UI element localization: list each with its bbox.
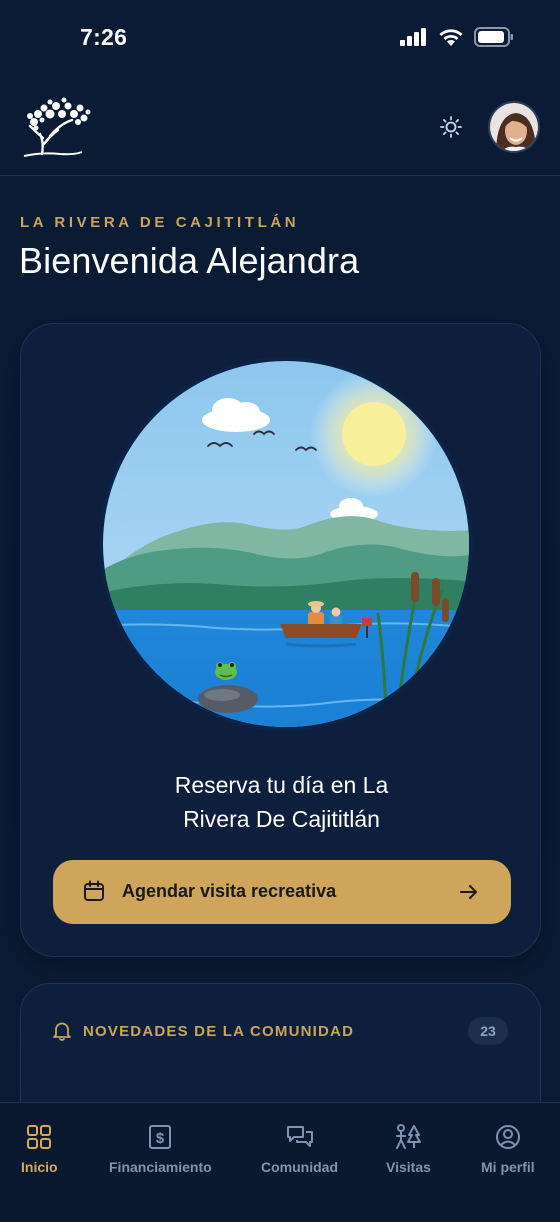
tab-inicio[interactable]: Inicio [21,1123,58,1175]
tab-label-mi-perfil: Mi perfil [481,1159,535,1175]
user-circle-icon [495,1125,520,1149]
cellular-signal-icon [400,28,426,46]
bell-icon [53,1022,71,1041]
tab-label-inicio: Inicio [21,1159,58,1175]
news-count-badge: 23 [468,1017,508,1045]
theme-toggle-button[interactable] [436,112,466,142]
page-title: Bienvenida Alejandra [19,240,360,281]
chat-icon [286,1126,313,1147]
avatar-image [490,103,538,151]
bottom-tab-bar: Inicio $ Financiamiento Comunidad Visita… [0,1102,560,1222]
reservation-card: Reserva tu día en La Rivera De Cajititlá… [20,323,541,957]
sun-icon [440,116,462,138]
battery-icon [474,27,513,47]
tab-comunidad[interactable]: Comunidad [261,1123,338,1175]
status-time: 7:26 [80,24,128,50]
user-avatar[interactable] [488,101,540,153]
tab-visitas[interactable]: Visitas [386,1123,431,1175]
grid-icon [27,1125,52,1149]
news-section-title: NOVEDADES DE LA COMUNIDAD [83,1023,355,1040]
tab-label-comunidad: Comunidad [261,1159,338,1175]
person-tree-icon [396,1124,422,1149]
status-bar: 7:26 [0,0,560,76]
hero-message-line-1: Reserva tu día en La [174,772,389,798]
arrow-right-icon [460,885,477,899]
dollar-icon: $ [149,1125,172,1149]
schedule-visit-label: Agendar visita recreativa [122,881,337,901]
svg-text:$: $ [156,1130,165,1147]
tree-logo-icon[interactable] [20,94,98,158]
hero-message: Reserva tu día en La Rivera De Cajititlá… [21,768,542,836]
tab-label-visitas: Visitas [386,1159,431,1175]
location-eyebrow: LA RIVERA DE CAJITITLÁN [20,214,300,231]
hero-message-line-2: Rivera De Cajititlán [183,806,380,832]
home-screen: 7:26 LA RIVERA DE CAJITITLÁN Bienvenida … [0,0,560,1222]
tab-mi-perfil[interactable]: Mi perfil [481,1123,535,1175]
tab-financiamiento[interactable]: $ Financiamiento [109,1123,212,1175]
schedule-visit-button[interactable]: Agendar visita recreativa [53,860,511,924]
app-header [0,76,560,176]
calendar-icon [84,880,104,901]
lake-landscape-illustration [99,357,473,731]
wifi-icon [439,28,463,46]
status-icons [400,27,514,47]
tab-label-financiamiento: Financiamiento [109,1159,212,1175]
